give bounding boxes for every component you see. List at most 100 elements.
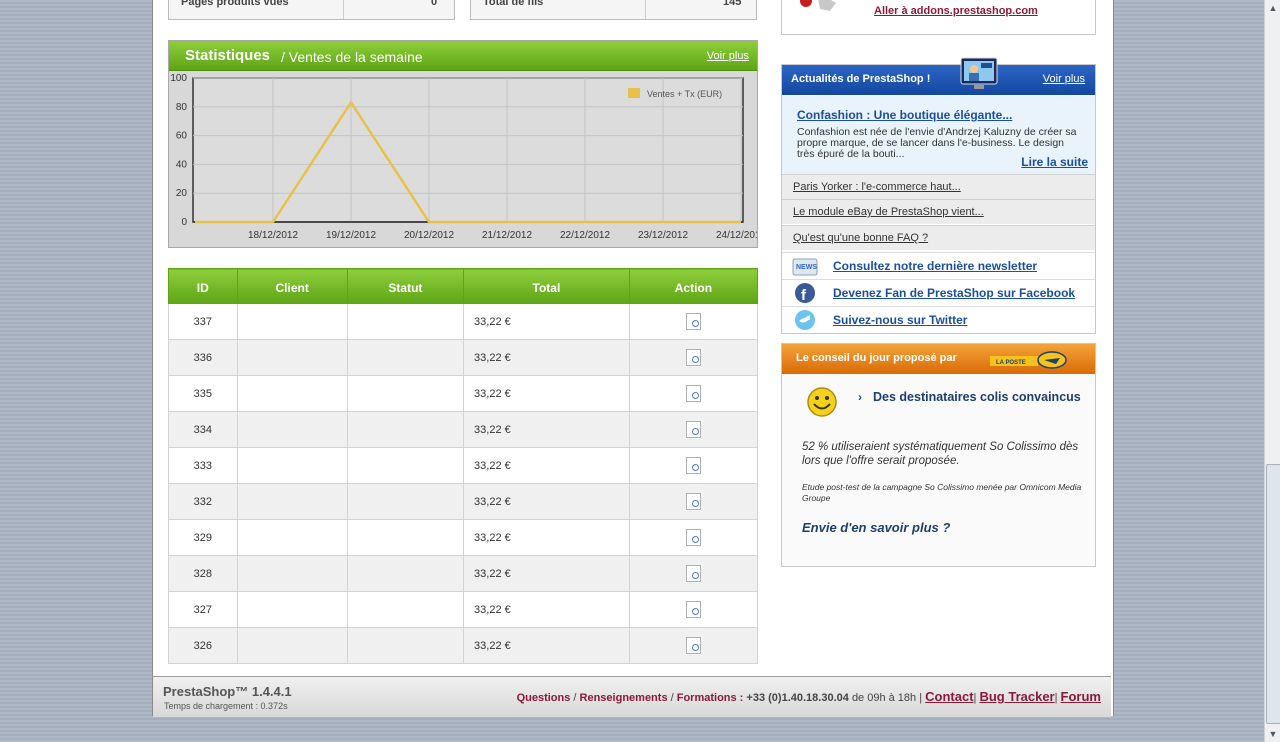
table-row: 328 33,22 € — [168, 555, 759, 592]
cell-status — [346, 627, 465, 664]
table-row: 336 33,22 € — [168, 339, 759, 376]
plot-area — [192, 77, 744, 223]
footer-questions: Questions — [516, 692, 571, 704]
social-twitter[interactable]: Suivez-nous sur Twitter — [782, 306, 1095, 333]
scroll-up-icon[interactable]: ▲ — [1265, 0, 1280, 16]
cell-status — [346, 303, 465, 340]
footer-links: Questions / Renseignements / Formations … — [516, 689, 1101, 704]
cell-client — [236, 555, 348, 592]
footer-load-time: Temps de chargement : 0.372s — [164, 701, 288, 711]
cell-total: 33,22 € — [463, 627, 630, 664]
cell-status — [346, 519, 465, 556]
orders-table: ID Client Statut Total Action 337 33,22 €… — [168, 268, 759, 664]
smiley-icon — [807, 387, 837, 417]
footer-hours: de 09h à 18h — [851, 692, 917, 704]
tip-arrow-icon: › — [858, 390, 862, 404]
y-tick-label: 100 — [170, 73, 187, 84]
scrollbar-thumb[interactable] — [1266, 464, 1280, 724]
cell-id: 332 — [168, 483, 238, 520]
tip-text: 52 % utiliseraient systématiquement So C… — [802, 441, 1079, 467]
cell-action — [628, 411, 759, 448]
cell-total: 33,22 € — [463, 411, 630, 448]
addons-logo-icon — [800, 0, 836, 11]
top-stat-label-left: Pages produits vues — [181, 0, 289, 8]
cell-status — [346, 591, 465, 628]
svg-text:NEWS: NEWS — [796, 264, 817, 271]
view-order-icon[interactable] — [685, 493, 701, 510]
footer-brand: PrestaShop™ 1.4.4.1 — [163, 684, 292, 699]
news-item-label[interactable]: Le module eBay de PrestaShop vient... — [793, 206, 984, 218]
view-order-icon[interactable] — [685, 421, 701, 438]
stats-see-more-link[interactable]: Voir plus — [707, 50, 749, 62]
footer-trainings: Formations : — [676, 692, 744, 704]
view-order-icon[interactable] — [685, 385, 701, 402]
cell-id: 333 — [168, 447, 238, 484]
news-panel: Actualités de PrestaShop ! Voir plus Con… — [781, 57, 1096, 334]
cell-action — [628, 483, 759, 520]
cell-status — [346, 375, 465, 412]
cell-action — [628, 555, 759, 592]
news-see-more-link[interactable]: Voir plus — [1043, 73, 1085, 85]
news-featured: Confashion : Une boutique élégante... Co… — [782, 96, 1095, 174]
stats-header: Statistiques / Ventes de la semaine Voir… — [169, 41, 757, 71]
news-item-label[interactable]: Paris Yorker : l'e-commerce haut... — [793, 181, 961, 193]
newsletter-link[interactable]: Consultez notre dernière newsletter — [833, 259, 1037, 273]
view-order-icon[interactable] — [685, 313, 701, 330]
col-header-action: Action — [628, 268, 759, 304]
view-order-icon[interactable] — [685, 637, 701, 654]
top-stat-box-left: Pages produits vues 0 — [168, 0, 455, 20]
cell-status — [346, 411, 465, 448]
cell-action — [628, 339, 759, 376]
view-order-icon[interactable] — [685, 565, 701, 582]
cell-total: 33,22 € — [463, 555, 630, 592]
tip-title: Le conseil du jour proposé par — [796, 352, 957, 364]
twitter-link[interactable]: Suivez-nous sur Twitter — [833, 313, 967, 327]
news-item[interactable]: Qu'est qu'une bonne FAQ ? — [782, 225, 1095, 250]
footer-contact-link[interactable]: Contact — [925, 689, 973, 704]
footer-bugtracker-link[interactable]: Bug Tracker — [979, 689, 1054, 704]
cell-id: 337 — [168, 303, 238, 340]
vertical-scrollbar[interactable]: ▲ ▼ — [1264, 0, 1280, 742]
top-stat-box-right: Total de fils 145 — [470, 0, 757, 20]
news-read-more-link[interactable]: Lire la suite — [1021, 155, 1088, 169]
view-order-icon[interactable] — [685, 601, 701, 618]
social-facebook[interactable]: f Devenez Fan de PrestaShop sur Facebook — [782, 279, 1095, 306]
news-item[interactable]: Le module eBay de PrestaShop vient... — [782, 199, 1095, 224]
footer-phone: +33 (0)1.40.18.30.04 — [746, 692, 849, 704]
facebook-link[interactable]: Devenez Fan de PrestaShop sur Facebook — [833, 286, 1075, 300]
tip-learn-more-link[interactable]: Envie d'en savoir plus ? — [802, 520, 950, 535]
cell-total: 33,22 € — [463, 591, 630, 628]
tip-heading: Des destinataires colis convaincus — [873, 390, 1081, 404]
view-order-icon[interactable] — [685, 529, 701, 546]
cell-client — [236, 375, 348, 412]
cell-action — [628, 591, 759, 628]
table-row: 333 33,22 € — [168, 447, 759, 484]
news-featured-title[interactable]: Confashion : Une boutique élégante... — [797, 108, 1012, 122]
col-header-total: Total — [463, 268, 630, 304]
view-order-icon[interactable] — [685, 349, 701, 366]
news-header: Actualités de PrestaShop ! Voir plus — [782, 65, 1095, 95]
view-order-icon[interactable] — [685, 457, 701, 474]
scroll-down-icon[interactable]: ▼ — [1265, 726, 1280, 742]
tip-header: Le conseil du jour proposé par LA POSTE — [782, 344, 1095, 374]
cell-action — [628, 447, 759, 484]
cell-client — [236, 627, 348, 664]
top-stat-value-right: 145 — [723, 0, 742, 8]
footer-info: Renseignements — [579, 692, 668, 704]
cell-total: 33,22 € — [463, 339, 630, 376]
cell-total: 33,22 € — [463, 303, 630, 340]
cell-client — [236, 519, 348, 556]
footer-forum-link[interactable]: Forum — [1061, 689, 1101, 704]
cell-id: 328 — [168, 555, 238, 592]
news-item-label[interactable]: Qu'est qu'une bonne FAQ ? — [793, 232, 928, 244]
news-tv-icon — [960, 57, 998, 89]
col-header-client: Client — [236, 268, 348, 304]
x-tick-label: 21/12/2012 — [482, 230, 532, 241]
cell-client — [236, 411, 348, 448]
news-item[interactable]: Paris Yorker : l'e-commerce haut... — [782, 174, 1095, 199]
cell-id: 335 — [168, 375, 238, 412]
newsletter-icon: NEWS — [792, 258, 818, 276]
addons-link[interactable]: Aller à addons.prestashop.com — [874, 5, 1038, 17]
social-newsletter[interactable]: NEWS Consultez notre dernière newsletter — [782, 252, 1095, 279]
legend-label: Ventes + Tx (EUR) — [647, 89, 722, 99]
